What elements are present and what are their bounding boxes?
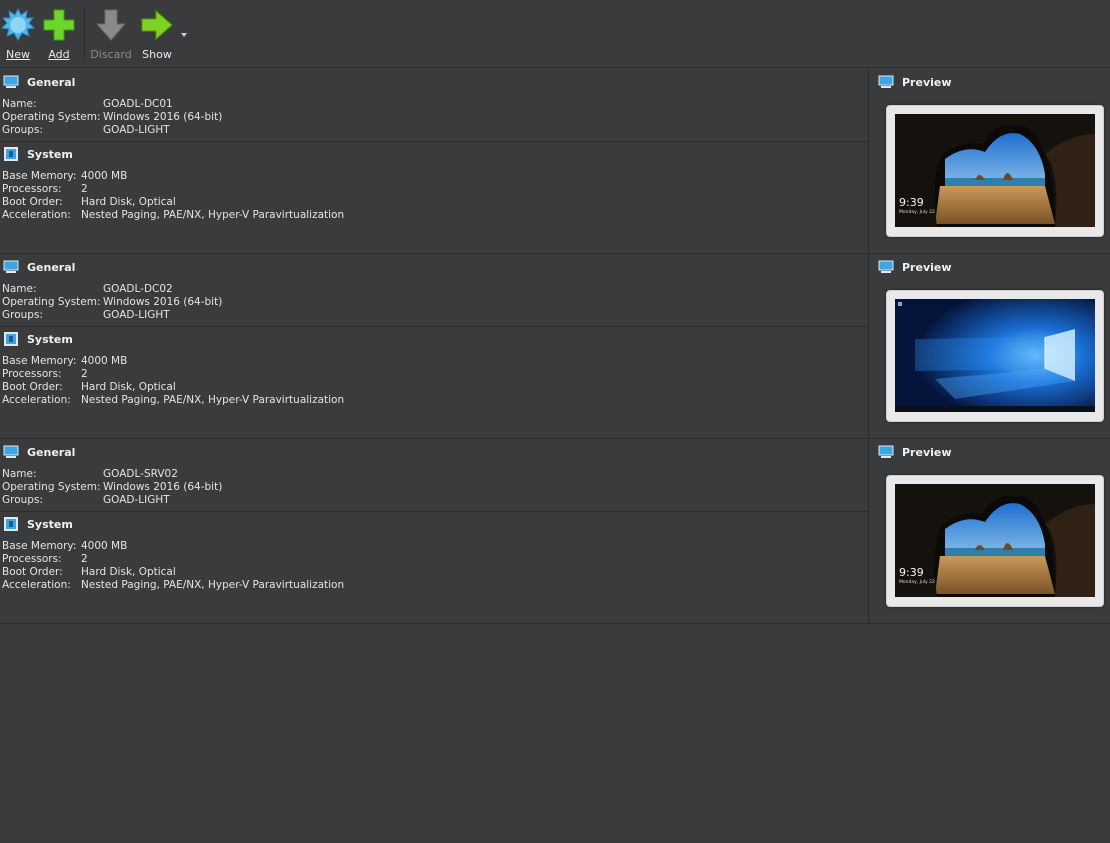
boot-order-key: Boot Order: [2, 566, 63, 578]
lockscreen-clock: 9:39 [899, 566, 924, 579]
add-button[interactable]: Add [37, 6, 81, 64]
boot-order-key: Boot Order: [2, 196, 63, 208]
acceleration-key: Acceleration: [2, 209, 71, 221]
os-key: Operating System: [2, 481, 101, 493]
show-dropdown-arrow-icon[interactable] [181, 33, 187, 37]
vm-screen: 9:39 Monday, July 22 [895, 484, 1095, 597]
acceleration-key: Acceleration: [2, 394, 71, 406]
boot-order-value: Hard Disk, Optical [81, 381, 176, 393]
monitor-icon [3, 445, 19, 458]
show-button[interactable]: Show [135, 6, 179, 64]
name-value: GOADL-DC01 [103, 98, 173, 110]
preview-thumbnail[interactable] [886, 290, 1104, 422]
preview-title: Preview [902, 76, 952, 89]
lockscreen-clock: 9:39 [899, 196, 924, 209]
monitor-icon [3, 260, 19, 273]
preview-thumbnail[interactable]: 9:39 Monday, July 22 [886, 105, 1104, 237]
boot-order-key: Boot Order: [2, 381, 63, 393]
toolbar-separator [84, 8, 85, 60]
groups-key: Groups: [2, 124, 43, 136]
details-pane: General Name: GOADL-SRV02 Operating Syst… [0, 439, 869, 624]
vm-details-block: General Name: GOADL-DC02 Operating Syste… [0, 254, 1110, 439]
base-memory-value: 4000 MB [81, 355, 128, 367]
preview-pane: Preview 9:39 Monday, July 22 [870, 439, 1110, 624]
chip-icon [4, 332, 18, 346]
acceleration-value: Nested Paging, PAE/NX, Hyper-V Paravirtu… [81, 394, 345, 406]
base-memory-value: 4000 MB [81, 170, 128, 182]
processors-key: Processors: [2, 183, 62, 195]
processors-value: 2 [81, 183, 88, 195]
base-memory-key: Base Memory: [2, 170, 77, 182]
system-title: System [27, 518, 73, 531]
groups-value: GOAD-LIGHT [103, 309, 170, 321]
discard-button[interactable]: Discard [89, 6, 133, 64]
os-key: Operating System: [2, 111, 101, 123]
new-button[interactable]: New [0, 6, 40, 64]
desktop-wallpaper [895, 299, 1095, 412]
show-label: Show [142, 48, 172, 61]
preview-pane: Preview 9:39 Monday, July 22 [870, 69, 1110, 254]
os-value: Windows 2016 (64-bit) [103, 481, 223, 493]
section-divider [0, 141, 869, 142]
groups-value: GOAD-LIGHT [103, 124, 170, 136]
section-divider [0, 511, 869, 512]
base-memory-value: 4000 MB [81, 540, 128, 552]
monitor-icon [878, 260, 894, 273]
processors-value: 2 [81, 368, 88, 380]
new-label: New [6, 48, 30, 61]
processors-value: 2 [81, 553, 88, 565]
name-key: Name: [2, 468, 37, 480]
preview-title: Preview [902, 446, 952, 459]
add-label: Add [48, 48, 70, 61]
down-arrow-icon [95, 9, 127, 41]
preview-title: Preview [902, 261, 952, 274]
processors-key: Processors: [2, 553, 62, 565]
preview-pane: Preview [870, 254, 1110, 439]
chip-icon [4, 147, 18, 161]
vm-screen [895, 299, 1095, 412]
monitor-icon [878, 75, 894, 88]
groups-key: Groups: [2, 309, 43, 321]
acceleration-value: Nested Paging, PAE/NX, Hyper-V Paravirtu… [81, 579, 345, 591]
boot-order-value: Hard Disk, Optical [81, 196, 176, 208]
discard-label: Discard [90, 48, 132, 61]
groups-value: GOAD-LIGHT [103, 494, 170, 506]
system-title: System [27, 333, 73, 346]
preview-thumbnail[interactable]: 9:39 Monday, July 22 [886, 475, 1104, 607]
toolbar: New Add Discard Show [0, 0, 1110, 68]
chip-icon [4, 517, 18, 531]
base-memory-key: Base Memory: [2, 355, 77, 367]
details-pane: General Name: GOADL-DC02 Operating Syste… [0, 254, 869, 439]
groups-key: Groups: [2, 494, 43, 506]
monitor-icon [878, 445, 894, 458]
name-value: GOADL-DC02 [103, 283, 173, 295]
right-arrow-icon [141, 9, 173, 41]
os-key: Operating System: [2, 296, 101, 308]
lockscreen-date: Monday, July 22 [899, 580, 935, 585]
details-pane: General Name: GOADL-DC01 Operating Syste… [0, 69, 869, 254]
plus-icon [43, 9, 75, 41]
name-value: GOADL-SRV02 [103, 468, 178, 480]
section-divider [0, 326, 869, 327]
general-title: General [27, 446, 76, 459]
acceleration-value: Nested Paging, PAE/NX, Hyper-V Paravirtu… [81, 209, 345, 221]
vm-details-block: General Name: GOADL-DC01 Operating Syste… [0, 69, 1110, 254]
lockscreen-date: Monday, July 22 [899, 210, 935, 215]
system-title: System [27, 148, 73, 161]
vm-screen: 9:39 Monday, July 22 [895, 114, 1095, 227]
general-title: General [27, 261, 76, 274]
processors-key: Processors: [2, 368, 62, 380]
os-value: Windows 2016 (64-bit) [103, 111, 223, 123]
base-memory-key: Base Memory: [2, 540, 77, 552]
monitor-icon [3, 75, 19, 88]
general-title: General [27, 76, 76, 89]
name-key: Name: [2, 98, 37, 110]
boot-order-value: Hard Disk, Optical [81, 566, 176, 578]
name-key: Name: [2, 283, 37, 295]
os-value: Windows 2016 (64-bit) [103, 296, 223, 308]
acceleration-key: Acceleration: [2, 579, 71, 591]
starburst-icon [1, 8, 35, 42]
vm-details-block: General Name: GOADL-SRV02 Operating Syst… [0, 439, 1110, 624]
